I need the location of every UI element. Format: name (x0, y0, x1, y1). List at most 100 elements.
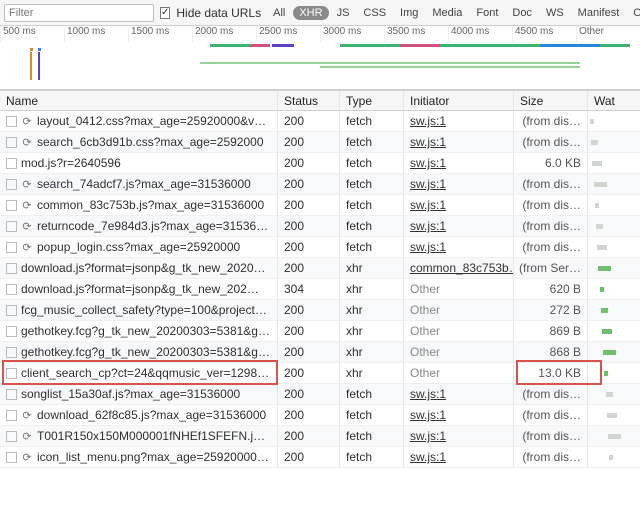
timeline-tick: 3000 ms (320, 26, 384, 42)
initiator-cell[interactable]: sw.js:1 (404, 132, 514, 152)
initiator-cell[interactable]: sw.js:1 (404, 426, 514, 446)
table-header[interactable]: Name Status Type Initiator Size Wat (0, 90, 640, 111)
row-checkbox[interactable] (6, 284, 17, 295)
row-checkbox[interactable] (6, 158, 17, 169)
type-filter-all[interactable]: All (267, 6, 291, 20)
initiator-cell[interactable]: sw.js:1 (404, 111, 514, 131)
size-cell: 13.0 KB (514, 363, 588, 383)
type-filter-manifest[interactable]: Manifest (572, 6, 626, 20)
reload-icon (21, 409, 33, 421)
type-cell: fetch (340, 195, 404, 215)
row-checkbox[interactable] (6, 200, 17, 211)
size-cell: (from dis… (514, 174, 588, 194)
table-row[interactable]: download_62f8c85.js?max_age=31536000200f… (0, 405, 640, 426)
row-checkbox[interactable] (6, 116, 17, 127)
col-header-type[interactable]: Type (340, 91, 404, 110)
row-checkbox[interactable] (6, 242, 17, 253)
row-checkbox[interactable] (6, 137, 17, 148)
type-filter-other[interactable]: Other (627, 6, 640, 20)
status-cell: 200 (278, 216, 340, 236)
row-checkbox[interactable] (6, 179, 17, 190)
table-row[interactable]: download.js?format=jsonp&g_tk_new_20200…… (0, 258, 640, 279)
table-row[interactable]: search_74adcf7.js?max_age=31536000200fet… (0, 174, 640, 195)
timeline-tick: 4000 ms (448, 26, 512, 42)
col-header-initiator[interactable]: Initiator (404, 91, 514, 110)
request-name: common_83c753b.js?max_age=31536000 (37, 198, 271, 212)
row-checkbox[interactable] (6, 368, 17, 379)
hide-data-urls-checkbox[interactable] (160, 7, 170, 19)
row-checkbox[interactable] (6, 452, 17, 463)
waterfall-cell (588, 111, 628, 131)
initiator-cell[interactable]: sw.js:1 (404, 174, 514, 194)
type-filter-img[interactable]: Img (394, 6, 424, 20)
status-cell: 200 (278, 111, 340, 131)
table-row[interactable]: gethotkey.fcg?g_tk_new_20200303=5381&g…2… (0, 342, 640, 363)
type-cell: xhr (340, 321, 404, 341)
table-row[interactable]: T001R150x150M000001fNHEf1SFEFN.jpg?…200f… (0, 426, 640, 447)
type-filter-doc[interactable]: Doc (506, 6, 538, 20)
initiator-cell[interactable]: sw.js:1 (404, 447, 514, 467)
initiator-cell[interactable]: Other (404, 279, 514, 299)
timeline-tick: 1000 ms (64, 26, 128, 42)
table-row[interactable]: returncode_7e984d3.js?max_age=3153600020… (0, 216, 640, 237)
col-header-status[interactable]: Status (278, 91, 340, 110)
initiator-cell[interactable]: common_83c753b… (404, 258, 514, 278)
type-filter-ws[interactable]: WS (540, 6, 570, 20)
type-cell: fetch (340, 405, 404, 425)
row-checkbox[interactable] (6, 263, 17, 274)
reload-icon (21, 220, 33, 232)
waterfall-cell (588, 258, 628, 278)
table-row[interactable]: popup_login.css?max_age=25920000200fetch… (0, 237, 640, 258)
row-checkbox[interactable] (6, 410, 17, 421)
table-row[interactable]: gethotkey.fcg?g_tk_new_20200303=5381&g_…… (0, 321, 640, 342)
waterfall-cell (588, 216, 628, 236)
initiator-cell[interactable]: Other (404, 342, 514, 362)
type-cell: xhr (340, 279, 404, 299)
row-checkbox[interactable] (6, 326, 17, 337)
type-filter-js[interactable]: JS (331, 6, 356, 20)
initiator-cell[interactable]: Other (404, 321, 514, 341)
table-row[interactable]: mod.js?r=2640596200fetchsw.js:16.0 KB (0, 153, 640, 174)
row-checkbox[interactable] (6, 347, 17, 358)
initiator-cell[interactable]: Other (404, 363, 514, 383)
status-cell: 200 (278, 384, 340, 404)
waterfall-cell (588, 132, 628, 152)
initiator-cell[interactable]: Other (404, 300, 514, 320)
row-checkbox[interactable] (6, 389, 17, 400)
status-cell: 200 (278, 321, 340, 341)
col-header-name[interactable]: Name (0, 91, 278, 110)
table-row[interactable]: fcg_music_collect_safety?type=100&projec… (0, 300, 640, 321)
type-cell: xhr (340, 363, 404, 383)
row-checkbox[interactable] (6, 431, 17, 442)
waterfall-cell (588, 447, 628, 467)
table-row[interactable]: songlist_15a30af.js?max_age=31536000200f… (0, 384, 640, 405)
request-name: T001R150x150M000001fNHEf1SFEFN.jpg?… (37, 429, 271, 443)
initiator-cell[interactable]: sw.js:1 (404, 384, 514, 404)
row-checkbox[interactable] (6, 305, 17, 316)
initiator-cell[interactable]: sw.js:1 (404, 237, 514, 257)
col-header-waterfall[interactable]: Wat (588, 91, 628, 110)
timeline-body (0, 42, 640, 89)
status-cell: 200 (278, 426, 340, 446)
reload-icon (21, 199, 33, 211)
type-filter-css[interactable]: CSS (357, 6, 392, 20)
table-row[interactable]: search_6cb3d91b.css?max_age=2592000200fe… (0, 132, 640, 153)
type-filter-xhr[interactable]: XHR (293, 6, 328, 20)
timeline-tick: 4500 ms (512, 26, 576, 42)
request-name: mod.js?r=2640596 (21, 156, 271, 170)
timeline-overview[interactable]: 500 ms1000 ms1500 ms2000 ms2500 ms3000 m… (0, 26, 640, 90)
filter-input[interactable] (4, 4, 154, 22)
table-row[interactable]: icon_list_menu.png?max_age=25920000&v…20… (0, 447, 640, 468)
row-checkbox[interactable] (6, 221, 17, 232)
type-filter-font[interactable]: Font (470, 6, 504, 20)
type-filter-media[interactable]: Media (426, 6, 468, 20)
table-row[interactable]: layout_0412.css?max_age=25920000&v=2…200… (0, 111, 640, 132)
col-header-size[interactable]: Size (514, 91, 588, 110)
initiator-cell[interactable]: sw.js:1 (404, 405, 514, 425)
table-row[interactable]: download.js?format=jsonp&g_tk_new_202…30… (0, 279, 640, 300)
initiator-cell[interactable]: sw.js:1 (404, 216, 514, 236)
table-row[interactable]: client_search_cp?ct=24&qqmusic_ver=1298&… (0, 363, 640, 384)
initiator-cell[interactable]: sw.js:1 (404, 195, 514, 215)
table-row[interactable]: common_83c753b.js?max_age=31536000200fet… (0, 195, 640, 216)
initiator-cell[interactable]: sw.js:1 (404, 153, 514, 173)
